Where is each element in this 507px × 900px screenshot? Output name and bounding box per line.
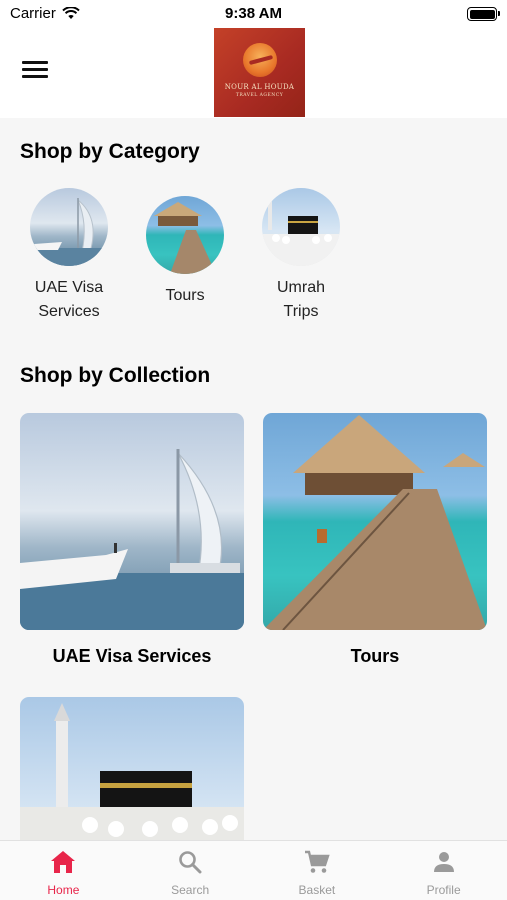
home-icon [51, 851, 76, 873]
cart-icon [304, 850, 330, 873]
category-label-line1: Umrah [276, 279, 325, 296]
tab-label: Home [47, 883, 80, 897]
app-header: NOUR AL HOUDA TRAVEL AGENCY [0, 28, 507, 118]
category-item-uae-visa[interactable]: UAE Visa Services [14, 188, 124, 324]
status-bar: Carrier 9:38 AM [0, 0, 507, 28]
category-image-overwater-villas [146, 196, 224, 274]
category-label-line2: Services [38, 303, 100, 320]
status-time: 9:38 AM [225, 5, 282, 22]
hamburger-menu-icon[interactable] [22, 61, 48, 81]
collection-section-title: Shop by Collection [20, 364, 211, 387]
collection-card-uae-visa[interactable]: UAE Visa Services [20, 413, 244, 667]
category-label-line2: Trips [283, 303, 319, 320]
tab-label: Profile [426, 883, 461, 897]
collection-image-overwater-villas [263, 413, 487, 630]
tab-profile[interactable]: Profile [380, 841, 507, 900]
person-icon [433, 852, 454, 872]
tab-home[interactable]: Home [0, 841, 127, 900]
tab-search[interactable]: Search [127, 841, 254, 900]
collection-image-burj-al-arab [20, 413, 244, 630]
category-label-line1: Tours [165, 287, 205, 304]
collection-label: Tours [350, 646, 400, 666]
category-label-line1: UAE Visa [34, 279, 104, 296]
bottom-tab-bar: Home Search Basket Profile [0, 840, 507, 900]
collection-label: UAE Visa Services [52, 646, 212, 666]
tab-label: Search [171, 883, 210, 897]
tab-basket[interactable]: Basket [254, 841, 381, 900]
tab-label: Basket [298, 883, 336, 897]
category-section-title: Shop by Category [20, 140, 200, 163]
category-item-umrah[interactable]: Umrah Trips [246, 188, 356, 324]
category-item-tours[interactable]: Tours [130, 196, 240, 308]
category-image-kaaba [262, 188, 340, 266]
collection-card-tours[interactable]: Tours [263, 413, 487, 667]
search-icon [179, 851, 202, 874]
brand-logo: NOUR AL HOUDA TRAVEL AGENCY [214, 28, 305, 117]
category-image-burj-al-arab [30, 188, 108, 266]
logo-text: NOUR AL HOUDA [224, 83, 295, 91]
logo-emblem [242, 43, 277, 77]
battery-icon [467, 7, 500, 21]
logo-subtext: TRAVEL AGENCY [235, 93, 284, 98]
